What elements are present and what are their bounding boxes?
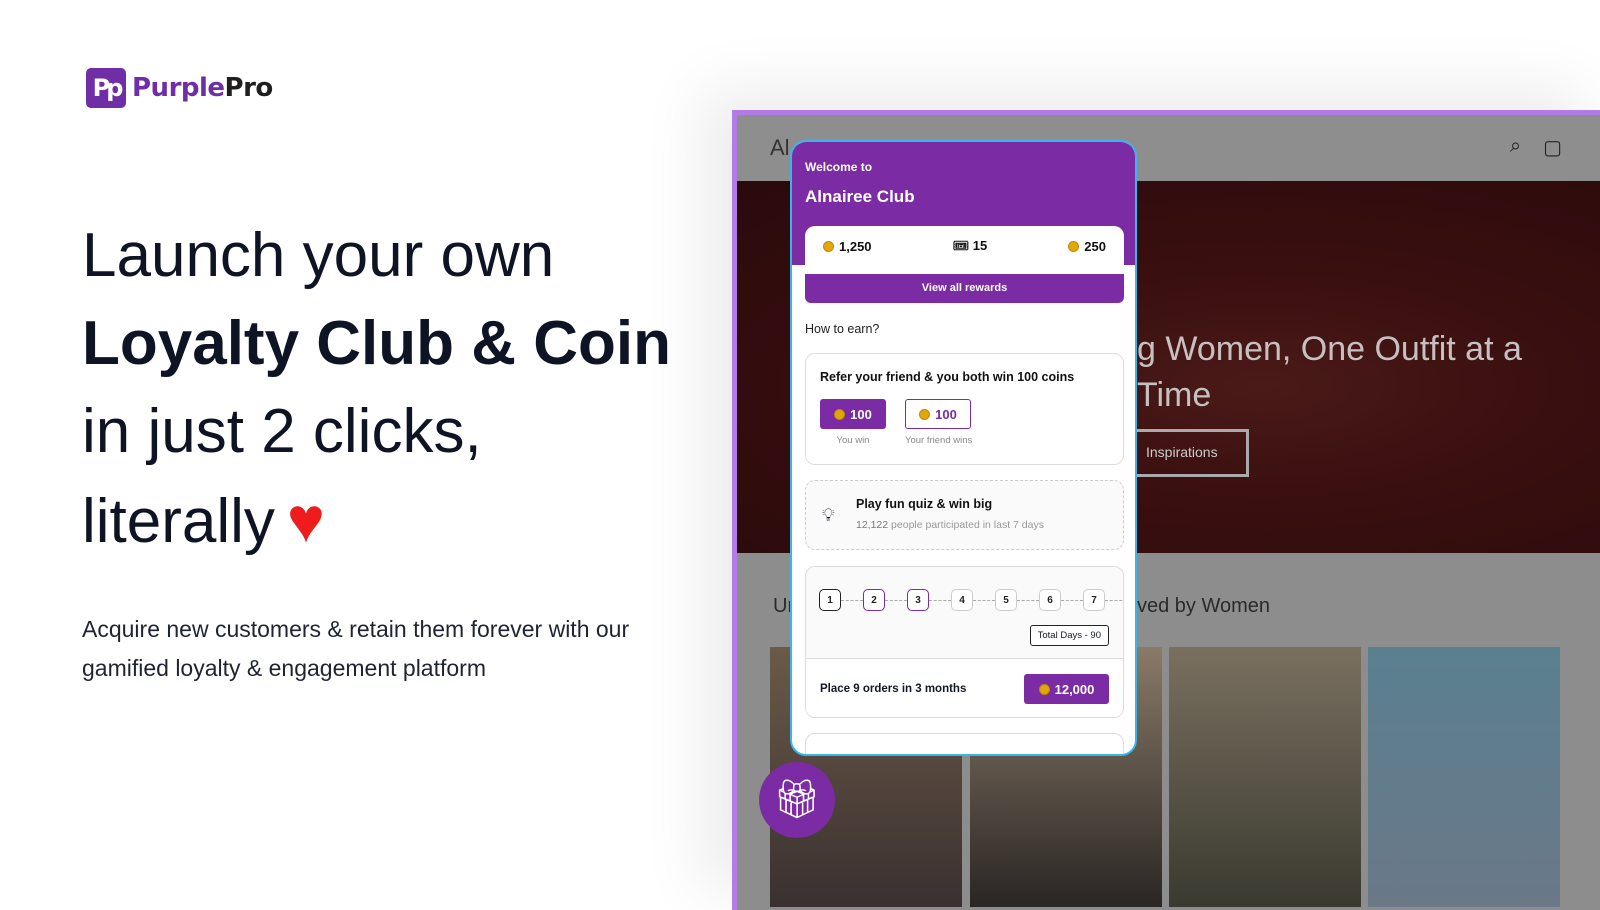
how-to-earn-label: How to earn? xyxy=(805,322,880,336)
day-step: 4 xyxy=(951,589,973,611)
day-step: 3 xyxy=(907,589,929,611)
order-reward-value: 12,000 xyxy=(1054,681,1095,697)
headline-line-1: Launch your own xyxy=(82,221,555,290)
gift-icon: 🎁︎ xyxy=(772,779,822,821)
friend-wins-value: 100 xyxy=(935,406,957,422)
streak-card: 1 2 3 4 5 6 7 Total Days - 90 Place 9 or… xyxy=(805,566,1124,718)
coin-icon xyxy=(1038,683,1050,695)
section-title-right: ved by Women xyxy=(1137,595,1271,617)
order-text: Place 9 orders in 3 months xyxy=(820,683,967,695)
product-photo[interactable] xyxy=(1169,647,1361,907)
friend-wins-label: Your friend wins xyxy=(905,435,973,446)
product-photo[interactable] xyxy=(1368,647,1560,907)
day-step: 6 xyxy=(1039,589,1061,611)
quiz-suffix: people participated in last 7 days xyxy=(891,519,1044,531)
day-step: 5 xyxy=(995,589,1017,611)
welcome-text: Welcome to xyxy=(805,160,873,174)
gift-launcher-button[interactable]: 🎁︎ xyxy=(759,762,835,838)
logo-text: PurplePro xyxy=(132,73,273,103)
quiz-count: 12,122 xyxy=(856,519,889,531)
total-days-badge: Total Days - 90 xyxy=(1029,625,1109,646)
day-step: 7 xyxy=(1083,589,1105,611)
you-win-pill: 100 xyxy=(820,399,886,429)
search-icon[interactable]: ⌕ xyxy=(1510,135,1521,160)
lightbulb-icon: 💡︎ xyxy=(822,505,835,525)
day-step: 1 xyxy=(819,589,841,611)
brand-logo: Pp PurplePro xyxy=(86,68,273,108)
refer-card[interactable]: Refer your friend & you both win 100 coi… xyxy=(805,353,1124,465)
friend-wins-pill: 100 xyxy=(905,399,971,429)
coin-icon xyxy=(823,240,834,252)
logo-text-pro: Pro xyxy=(224,73,274,103)
headline-line-2: Loyalty Club & Coin xyxy=(82,309,671,378)
logo-text-purple: Purple xyxy=(132,73,225,103)
points-stat: 250 xyxy=(1068,239,1106,254)
headline-line-4: literally xyxy=(82,487,275,556)
store-hero-title: g Women, One Outfit at a Time xyxy=(1137,330,1522,414)
coin-icon xyxy=(834,408,846,420)
coin-icon xyxy=(1068,240,1080,252)
refer-title: Refer your friend & you both win 100 coi… xyxy=(820,370,1075,384)
store-name: Al xyxy=(770,135,790,160)
cart-icon[interactable]: ▢ xyxy=(1543,135,1562,160)
headline-line-3: in just 2 clicks, xyxy=(82,397,482,466)
quiz-card[interactable]: 💡︎ Play fun quiz & win big 12,122 people… xyxy=(805,480,1124,550)
order-reward-button[interactable]: 12,000 xyxy=(1024,674,1109,704)
ticket-icon: 🎟︎ xyxy=(952,238,973,253)
coins-value: 1,250 xyxy=(839,238,872,254)
order-row: Place 9 orders in 3 months 12,000 xyxy=(806,658,1123,717)
headline: Launch your own Loyalty Club & Coin in j… xyxy=(82,212,671,566)
club-name: Alnairee Club xyxy=(805,187,915,206)
you-win-label: You win xyxy=(836,435,870,446)
points-value: 250 xyxy=(1084,238,1106,254)
tickets-stat: 🎟︎ 15 xyxy=(953,238,988,254)
tickets-value: 15 xyxy=(972,238,988,253)
day-step: 2 xyxy=(863,589,885,611)
heart-icon: ♥ xyxy=(286,484,325,556)
loyalty-widget: Welcome to Alnairee Club 1,250 🎟︎ 15 250… xyxy=(790,140,1137,756)
logo-mark: Pp xyxy=(86,68,126,108)
next-card xyxy=(805,733,1124,754)
stats-bar: 1,250 🎟︎ 15 250 xyxy=(805,226,1124,266)
view-all-rewards-button[interactable]: View all rewards xyxy=(805,274,1124,303)
coin-icon xyxy=(919,408,931,420)
day-tracker: 1 2 3 4 5 6 7 xyxy=(819,589,1123,611)
subtitle: Acquire new customers & retain them fore… xyxy=(82,616,630,681)
coins-stat: 1,250 xyxy=(823,239,872,254)
quiz-title: Play fun quiz & win big xyxy=(856,497,993,511)
you-win-value: 100 xyxy=(850,406,872,422)
